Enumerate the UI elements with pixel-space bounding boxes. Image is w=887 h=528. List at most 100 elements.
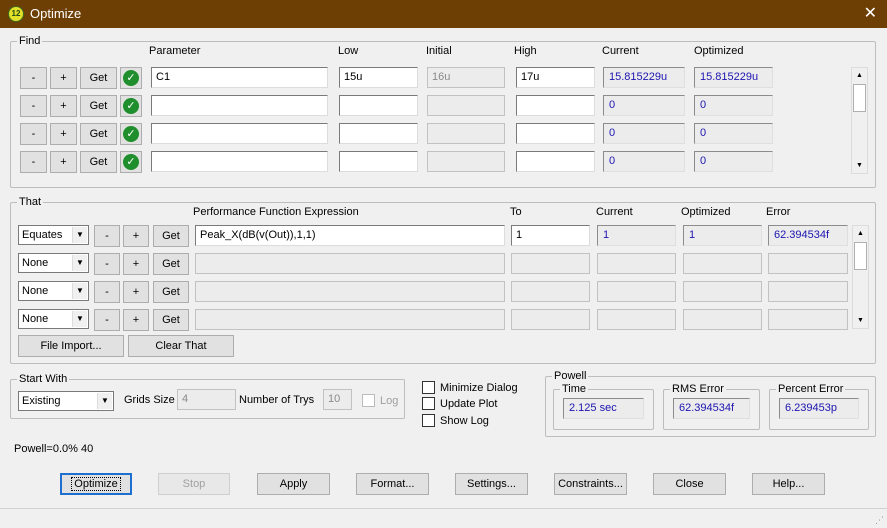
start-with-select[interactable]: Existing ▼ [18,391,114,411]
that-add-button[interactable]: + [123,225,149,247]
find-enable-toggle[interactable]: ✓ [120,95,142,117]
find-scrollbar[interactable]: ▲ ▼ [851,67,868,174]
find-parameter-input[interactable] [151,123,328,144]
that-add-button[interactable]: + [123,253,149,275]
that-add-button[interactable]: + [123,309,149,331]
show-log-checkbox[interactable]: Show Log [422,414,489,427]
start-with-label: Start With [17,372,70,386]
that-add-button[interactable]: + [123,281,149,303]
that-optimized-value [683,309,762,330]
log-checkbox-label: Log [380,394,399,407]
that-current-value [597,309,676,330]
find-low-input[interactable] [339,151,418,172]
find-low-input[interactable] [339,95,418,116]
scroll-up-icon[interactable]: ▲ [853,226,868,241]
find-remove-button[interactable]: - [20,123,47,145]
find-add-button[interactable]: + [50,95,77,117]
scroll-down-icon[interactable]: ▼ [853,313,868,328]
that-mode-select[interactable]: None ▼ [18,281,89,301]
that-mode-value: None [22,285,49,297]
check-icon: ✓ [123,154,139,170]
app-icon: 12 [8,6,24,22]
find-add-button[interactable]: + [50,151,77,173]
that-mode-value: Equates [22,229,63,241]
find-high-input[interactable] [516,123,595,144]
time-value: 2.125 sec [563,398,644,419]
that-to-input[interactable]: 1 [511,225,590,246]
find-get-button[interactable]: Get [80,67,117,89]
that-remove-button[interactable]: - [94,281,120,303]
clear-that-button[interactable]: Clear That [128,335,234,357]
chevron-down-icon: ▼ [72,255,87,271]
find-initial-input: 16u [427,67,505,88]
that-remove-button[interactable]: - [94,253,120,275]
find-add-button[interactable]: + [50,123,77,145]
find-high-input[interactable] [516,95,595,116]
powell-label: Powell [552,369,589,383]
settings-button[interactable]: Settings... [455,473,528,495]
that-expression-input[interactable]: Peak_X(dB(v(Out)),1,1) [195,225,505,246]
find-current-value: 0 [603,95,685,116]
find-optimized-value: 0 [694,95,773,116]
rms-error-label: RMS Error [670,382,726,396]
status-text: Powell=0.0% 40 [14,443,94,455]
close-icon[interactable]: ✕ [864,3,877,23]
find-get-button[interactable]: Get [80,123,117,145]
update-plot-checkbox[interactable]: Update Plot [422,397,497,410]
scroll-up-icon[interactable]: ▲ [852,68,867,83]
find-low-input[interactable]: 15u [339,67,418,88]
chevron-down-icon: ▼ [72,311,87,327]
resize-grip-icon[interactable]: ⋰ [875,515,884,526]
find-header-current: Current [602,45,639,57]
checkbox-box [422,397,435,410]
check-icon: ✓ [123,126,139,142]
number-of-trys-label: Number of Trys [239,394,315,406]
find-parameter-input[interactable]: C1 [151,67,328,88]
find-high-input[interactable]: 17u [516,67,595,88]
that-get-button[interactable]: Get [153,225,189,247]
that-scrollbar[interactable]: ▲ ▼ [852,225,869,329]
find-enable-toggle[interactable]: ✓ [120,151,142,173]
find-low-input[interactable] [339,123,418,144]
find-get-button[interactable]: Get [80,151,117,173]
optimize-button[interactable]: Optimize [60,473,132,495]
find-high-input[interactable] [516,151,595,172]
that-remove-button[interactable]: - [94,309,120,331]
find-parameter-input[interactable] [151,151,328,172]
find-remove-button[interactable]: - [20,67,47,89]
that-mode-select[interactable]: None ▼ [18,309,89,329]
number-of-trys-input: 10 [323,389,352,410]
help-button[interactable]: Help... [752,473,825,495]
find-remove-button[interactable]: - [20,95,47,117]
format-button[interactable]: Format... [356,473,429,495]
find-header-parameter: Parameter [149,45,201,57]
that-header-optimized: Optimized [681,206,731,218]
find-enable-toggle[interactable]: ✓ [120,67,142,89]
find-remove-button[interactable]: - [20,151,47,173]
find-add-button[interactable]: + [50,67,77,89]
find-get-button[interactable]: Get [80,95,117,117]
constraints-button[interactable]: Constraints... [554,473,627,495]
that-get-button[interactable]: Get [153,253,189,275]
apply-button[interactable]: Apply [257,473,330,495]
find-scroll-thumb[interactable] [853,84,866,112]
find-current-value: 15.815229u [603,67,685,88]
title-bar: 12 Optimize ✕ [0,0,887,28]
find-parameter-input[interactable] [151,95,328,116]
find-optimized-value: 15.815229u [694,67,773,88]
that-mode-select[interactable]: None ▼ [18,253,89,273]
find-enable-toggle[interactable]: ✓ [120,123,142,145]
find-header-low: Low [338,45,359,57]
that-get-button[interactable]: Get [153,309,189,331]
find-header-high: High [514,45,537,57]
file-import-button[interactable]: File Import... [18,335,124,357]
scroll-down-icon[interactable]: ▼ [852,158,867,173]
that-mode-select[interactable]: Equates ▼ [18,225,89,245]
minimize-dialog-checkbox[interactable]: Minimize Dialog [422,381,518,394]
that-scroll-thumb[interactable] [854,242,867,270]
that-remove-button[interactable]: - [94,225,120,247]
that-get-button[interactable]: Get [153,281,189,303]
close-button[interactable]: Close [653,473,726,495]
log-checkbox[interactable]: Log [362,394,398,407]
chevron-down-icon: ▼ [97,393,112,409]
